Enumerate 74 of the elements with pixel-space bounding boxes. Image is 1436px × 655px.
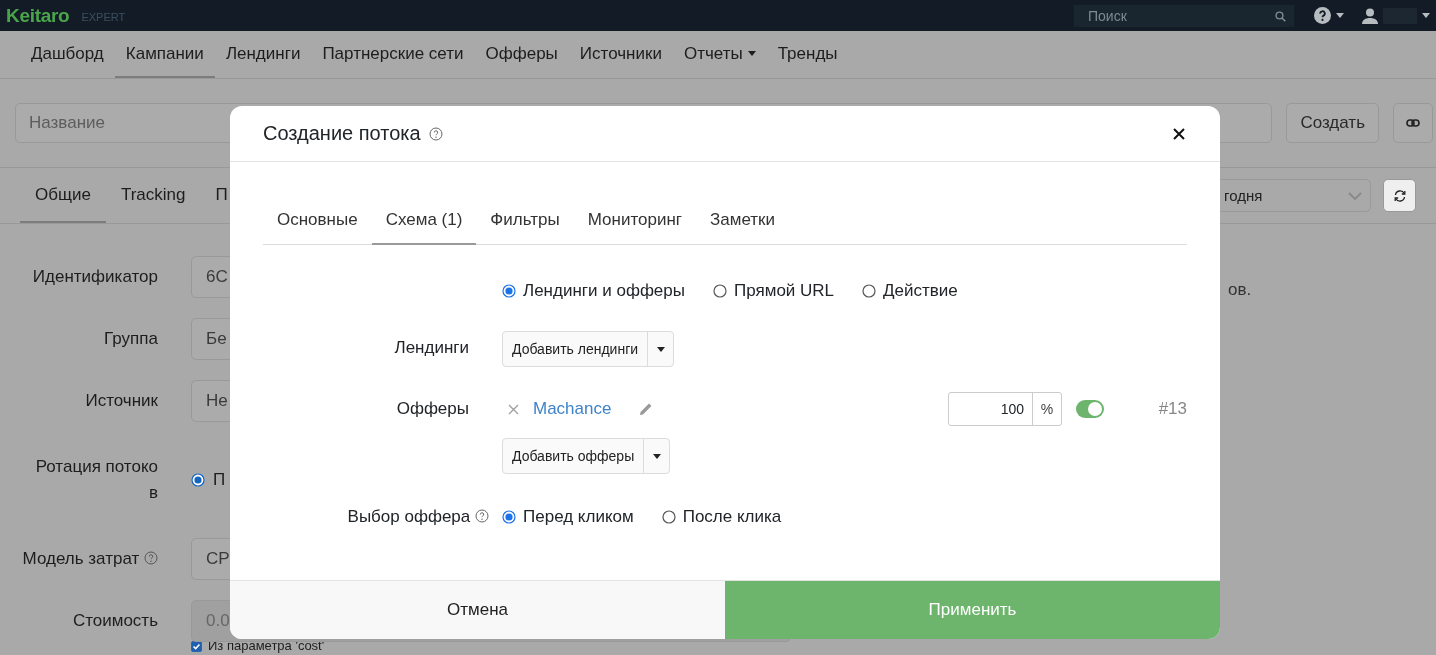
pencil-icon[interactable] (639, 402, 654, 416)
cancel-button[interactable]: Отмена (230, 581, 725, 639)
nav-tab[interactable]: Тренды (766, 31, 849, 78)
field-label: Источник (84, 390, 158, 412)
close-icon (1173, 127, 1185, 140)
radio-button[interactable] (661, 510, 676, 524)
campaign-tab[interactable]: Общие (20, 168, 106, 223)
caret-icon (1336, 13, 1344, 18)
app-logo[interactable]: Keitaro (6, 4, 70, 27)
refresh-icon (1392, 188, 1407, 203)
nav-tab[interactable]: Партнерские сети (311, 31, 475, 78)
nav-tab[interactable]: Кампании (114, 31, 215, 78)
field-label: Группа (103, 328, 158, 350)
toggle-switch[interactable] (1076, 400, 1104, 418)
search-field[interactable]: Поиск (1074, 4, 1294, 27)
modal-tab[interactable]: Фильтры (476, 196, 574, 245)
search-icon (1275, 10, 1286, 22)
nav-tab[interactable]: Офферы (474, 31, 569, 78)
radio-label: Лендинги и офферы (523, 281, 685, 301)
add-offers-button-group[interactable]: Добавить офферы (502, 438, 671, 474)
add-offers-button[interactable]: Добавить офферы (503, 439, 644, 473)
radio-button[interactable] (502, 284, 516, 298)
field-label: Офферы (395, 398, 469, 420)
campaign-tab[interactable]: Tracking (105, 168, 201, 223)
caret-icon (747, 51, 756, 56)
radio-label: После клика (682, 507, 782, 527)
add-landings-button-group[interactable]: Добавить лендинги (502, 331, 675, 367)
radio-button[interactable] (862, 284, 877, 298)
radio-button[interactable] (713, 284, 727, 298)
radio-label: П (213, 470, 226, 490)
link-button[interactable] (1393, 103, 1433, 143)
radio-button[interactable] (502, 510, 516, 524)
modal-tab[interactable]: Заметки (695, 196, 789, 245)
user-icon (1362, 7, 1378, 24)
info-text: ов. (1228, 280, 1252, 300)
checkbox[interactable] (191, 640, 202, 652)
create-button[interactable]: Создать (1286, 103, 1379, 143)
offer-link[interactable]: Machance (533, 399, 612, 419)
add-landings-button[interactable]: Добавить лендинги (503, 332, 648, 366)
radio-button[interactable] (191, 473, 205, 487)
close-icon (508, 403, 519, 415)
share-field[interactable]: 100 % (948, 392, 1062, 426)
help-icon (1314, 7, 1331, 24)
close-button[interactable] (1171, 125, 1187, 142)
radio-label: Перед кликом (523, 507, 634, 527)
caret-icon (1422, 13, 1430, 18)
nav-tab[interactable]: Источники (568, 31, 673, 78)
modal-tab[interactable]: Основные (263, 196, 372, 245)
field-label: Идентификатор (31, 266, 158, 288)
radio-label: Прямой URL (734, 281, 835, 301)
refresh-button[interactable] (1383, 179, 1416, 212)
help-icon[interactable] (428, 126, 443, 141)
user-menu[interactable] (1362, 7, 1430, 24)
nav-tab[interactable]: Отчеты (672, 31, 767, 78)
help-menu[interactable] (1314, 7, 1344, 24)
field-label: Ротация потоков (34, 456, 158, 504)
modal-tab[interactable]: Схема (1) (371, 196, 477, 245)
nav-tab[interactable]: Лендинги (214, 31, 312, 78)
radio-label: Действие (883, 281, 958, 301)
field-label: Стоимость (71, 610, 158, 632)
caret-icon (652, 453, 661, 459)
chevron-icon (1348, 191, 1362, 200)
link-icon (1406, 119, 1420, 127)
field-label: Выбор оффера (263, 500, 489, 534)
field-label: Модель затрат (0, 546, 158, 572)
modal-tab[interactable]: Мониторинг (573, 196, 696, 245)
modal-title: Создание потока (263, 122, 421, 145)
edition-label: EXPERT (81, 10, 126, 23)
checkbox-label: Из параметра 'cost' (208, 640, 325, 652)
help-icon[interactable] (475, 509, 489, 523)
caret-icon (656, 346, 665, 352)
offer-id: #13 (1157, 399, 1187, 419)
nav-tab[interactable]: Дашборд (20, 31, 115, 78)
field-label: Лендинги (393, 337, 469, 359)
